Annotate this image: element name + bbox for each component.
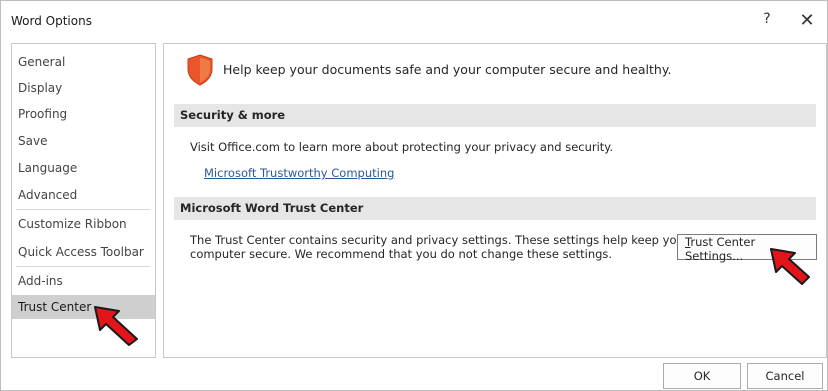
nav-divider (16, 266, 150, 267)
help-button[interactable]: ? (757, 11, 777, 31)
trust-center-pane: Help keep your documents safe and your c… (163, 43, 827, 358)
close-button[interactable]: ✕ (795, 10, 819, 32)
red-arrow-annotation (770, 248, 810, 285)
nav-item-display[interactable]: Display (12, 76, 155, 100)
red-arrow-annotation (94, 306, 138, 346)
trust-center-section-header: Microsoft Word Trust Center (174, 197, 816, 220)
title-bar: Word Options ? ✕ (1, 1, 827, 37)
trustworthy-computing-link[interactable]: Microsoft Trustworthy Computing (204, 166, 394, 180)
intro-text: Help keep your documents safe and your c… (223, 62, 672, 77)
nav-item-language[interactable]: Language (12, 156, 155, 180)
security-section-header: Security & more (174, 104, 816, 127)
nav-divider (16, 209, 150, 210)
trust-center-settings-label: rust Center Settings... (685, 235, 756, 263)
nav-item-quick-access-toolbar[interactable]: Quick Access Toolbar (12, 240, 155, 264)
security-description: Visit Office.com to learn more about pro… (190, 140, 614, 154)
nav-item-general[interactable]: General (12, 50, 155, 74)
word-options-dialog: Word Options ? ✕ General Display Proofin… (0, 0, 828, 391)
nav-item-add-ins[interactable]: Add-ins (12, 269, 155, 293)
trust-center-description-line1: The Trust Center contains security and p… (190, 233, 689, 247)
shield-icon (187, 54, 213, 86)
nav-item-proofing[interactable]: Proofing (12, 102, 155, 126)
nav-item-customize-ribbon[interactable]: Customize Ribbon (12, 212, 155, 236)
ok-button[interactable]: OK (663, 363, 741, 389)
nav-item-advanced[interactable]: Advanced (12, 183, 155, 207)
cancel-button[interactable]: Cancel (747, 363, 823, 389)
trust-center-description-line2: computer secure. We recommend that you d… (190, 247, 613, 261)
window-title: Word Options (11, 14, 92, 28)
nav-item-save[interactable]: Save (12, 129, 155, 153)
